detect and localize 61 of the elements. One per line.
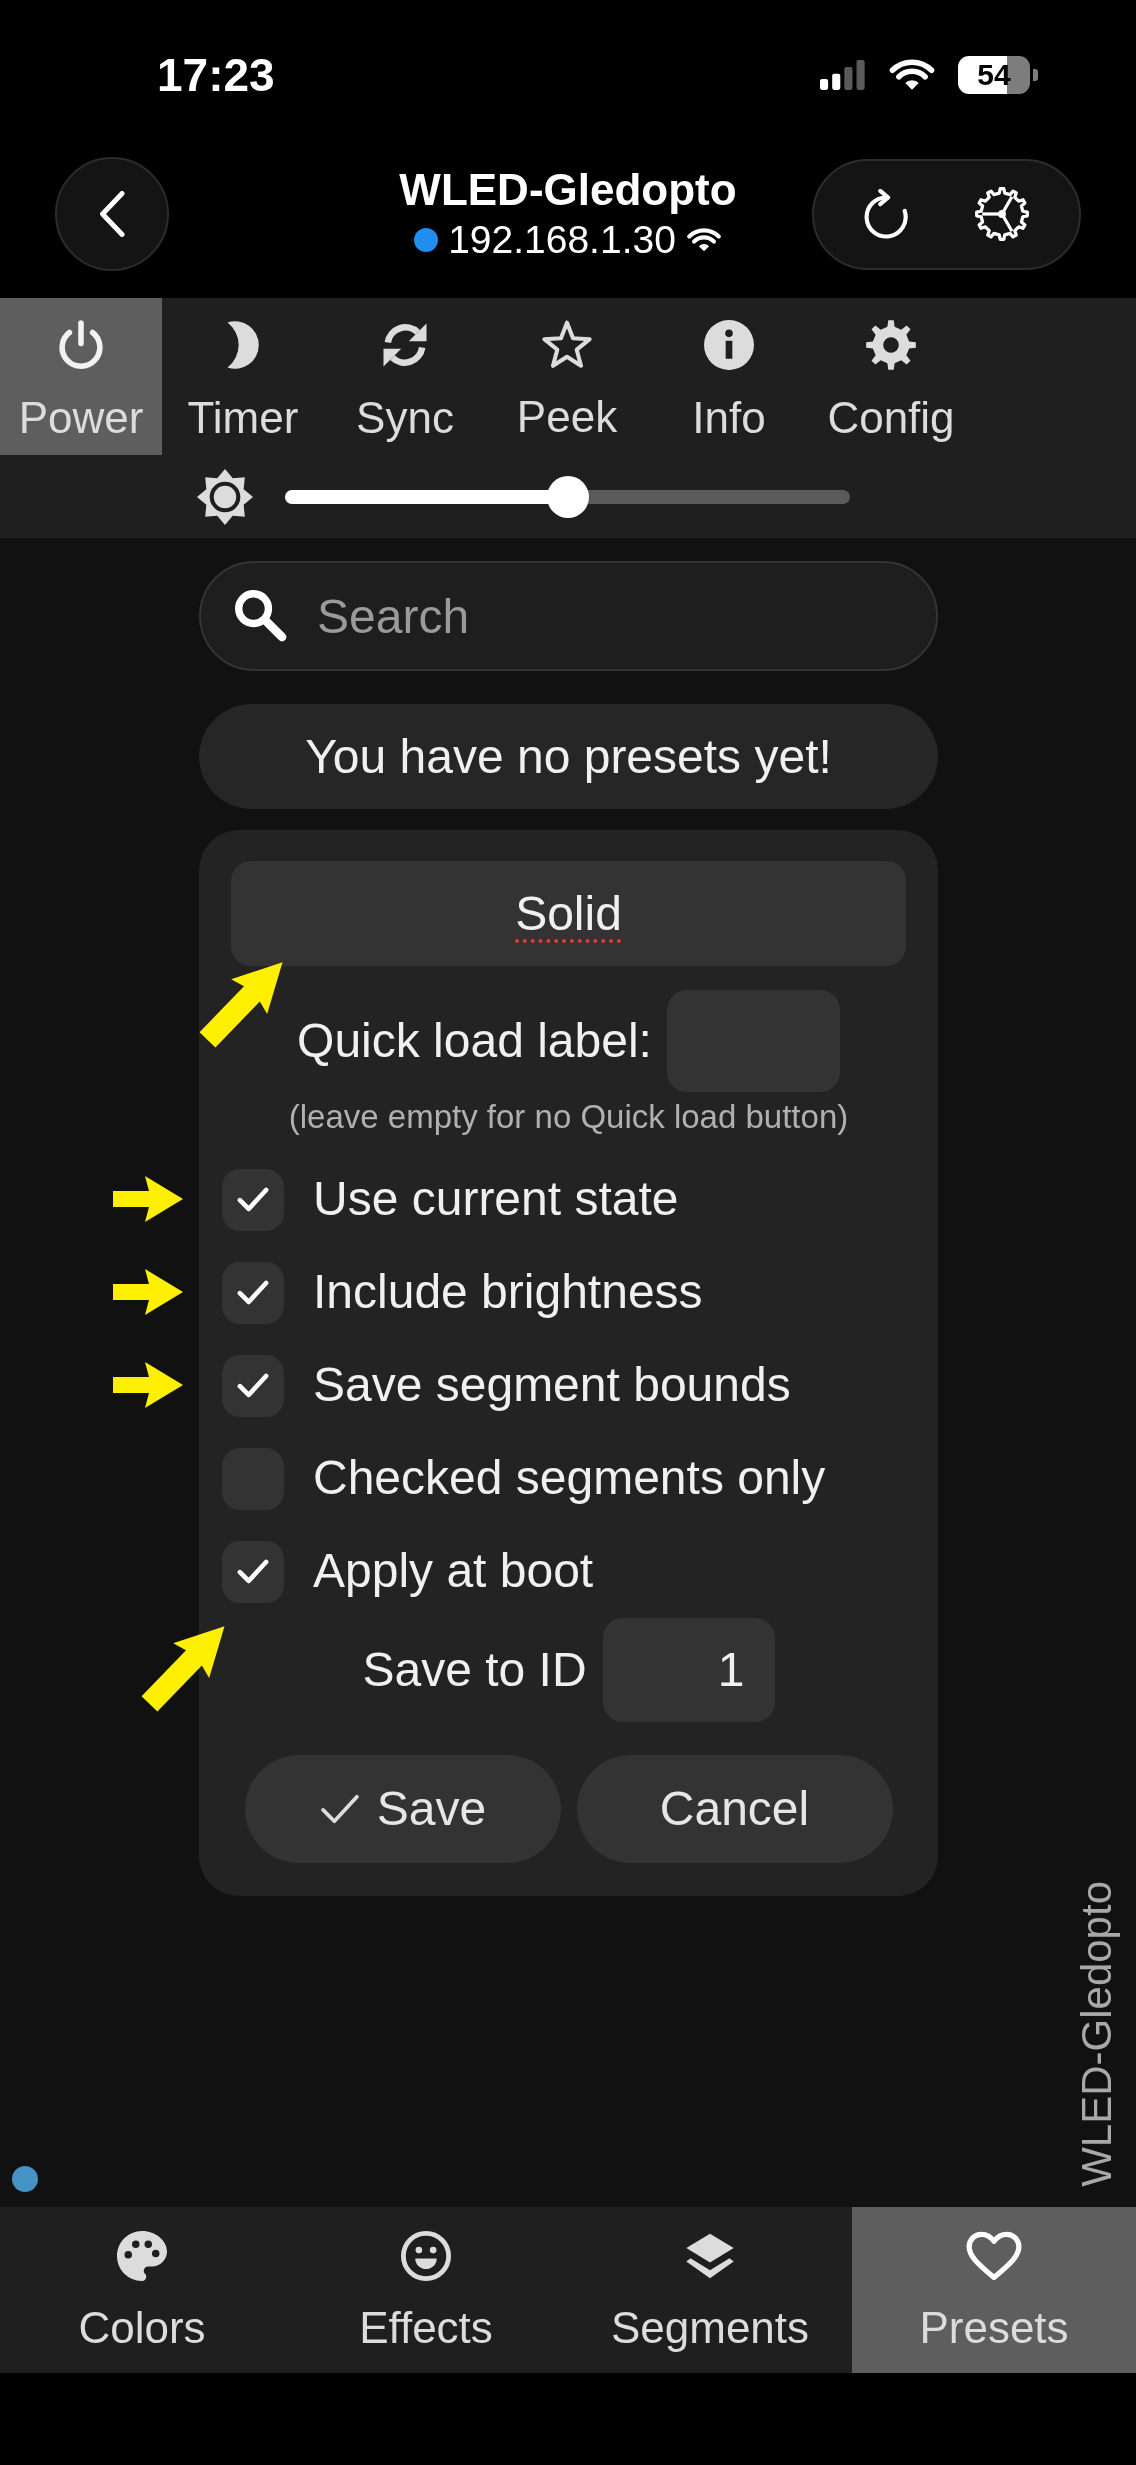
checkbox[interactable] bbox=[222, 1261, 284, 1324]
nav-tab[interactable]: Sync bbox=[324, 298, 486, 455]
check-icon bbox=[318, 1793, 361, 1825]
nav-tab[interactable]: Segments bbox=[568, 2207, 852, 2373]
layers-icon bbox=[685, 2231, 735, 2281]
star-icon bbox=[542, 320, 592, 369]
status-time: 17:23 bbox=[157, 52, 275, 98]
nav-tab[interactable]: Presets bbox=[852, 2207, 1136, 2373]
smiley-icon bbox=[401, 2231, 451, 2281]
preset-name-field[interactable]: Solid bbox=[231, 861, 906, 966]
check-icon bbox=[237, 1373, 269, 1398]
save-button[interactable]: Save bbox=[244, 1755, 561, 1863]
brightness-icon bbox=[197, 468, 253, 525]
quick-load-label: Quick load label: bbox=[297, 1014, 652, 1068]
status-dot-icon bbox=[12, 2166, 38, 2192]
nav-tab[interactable]: Colors bbox=[0, 2207, 284, 2373]
checkbox-label: Apply at boot bbox=[313, 1545, 594, 1598]
status-dot-icon bbox=[414, 228, 439, 253]
check-icon bbox=[237, 1187, 269, 1212]
preset-id-field[interactable]: 1 bbox=[602, 1618, 775, 1722]
checkbox-label: Save segment bounds bbox=[313, 1359, 791, 1412]
cancel-button[interactable]: Cancel bbox=[576, 1755, 893, 1863]
check-icon bbox=[237, 1280, 269, 1305]
heart-icon bbox=[966, 2231, 1022, 2281]
power-icon bbox=[59, 320, 103, 370]
checkbox[interactable] bbox=[222, 1168, 284, 1231]
checkbox-label: Use current state bbox=[313, 1173, 679, 1226]
nav-tab[interactable]: Peek bbox=[486, 298, 648, 455]
checkbox[interactable] bbox=[222, 1354, 284, 1417]
moon-icon bbox=[225, 320, 261, 370]
checkbox-label: Checked segments only bbox=[313, 1452, 826, 1505]
save-id-label: Save to ID bbox=[362, 1643, 587, 1697]
brightness-slider[interactable] bbox=[285, 475, 850, 518]
refresh-icon bbox=[864, 189, 911, 239]
back-chevron-icon bbox=[98, 191, 126, 237]
settings-icon bbox=[974, 187, 1029, 241]
nav-tab[interactable]: Timer bbox=[162, 298, 324, 455]
info-icon bbox=[704, 320, 754, 370]
search-icon bbox=[235, 590, 287, 642]
slider-thumb[interactable] bbox=[546, 475, 589, 518]
refresh-button[interactable] bbox=[864, 189, 911, 239]
palette-icon bbox=[117, 2231, 167, 2281]
wifi-icon bbox=[888, 58, 936, 92]
nav-tab[interactable]: Info bbox=[648, 298, 810, 455]
settings-button[interactable] bbox=[974, 187, 1029, 241]
wifi-icon bbox=[685, 227, 722, 253]
checkbox-label: Include brightness bbox=[313, 1266, 703, 1319]
signal-icon bbox=[820, 60, 866, 90]
empty-presets-message: You have no presets yet! bbox=[199, 704, 938, 809]
ip-address: 192.168.1.30 bbox=[448, 218, 676, 262]
search-field[interactable]: Search bbox=[199, 561, 938, 671]
checkbox[interactable] bbox=[222, 1540, 284, 1603]
device-name-label: WLED-Gledopto bbox=[1076, 1881, 1118, 2187]
check-icon bbox=[237, 1559, 269, 1584]
settings-icon bbox=[866, 320, 916, 370]
device-title: WLED-Gledopto bbox=[399, 166, 737, 215]
nav-tab[interactable]: Config bbox=[810, 298, 972, 455]
nav-tab[interactable]: Effects bbox=[284, 2207, 568, 2373]
quick-load-hint: (leave empty for no Quick load button) bbox=[287, 1097, 850, 1137]
battery-indicator: 54 bbox=[958, 56, 1038, 94]
nav-tab[interactable]: Power bbox=[0, 298, 162, 455]
